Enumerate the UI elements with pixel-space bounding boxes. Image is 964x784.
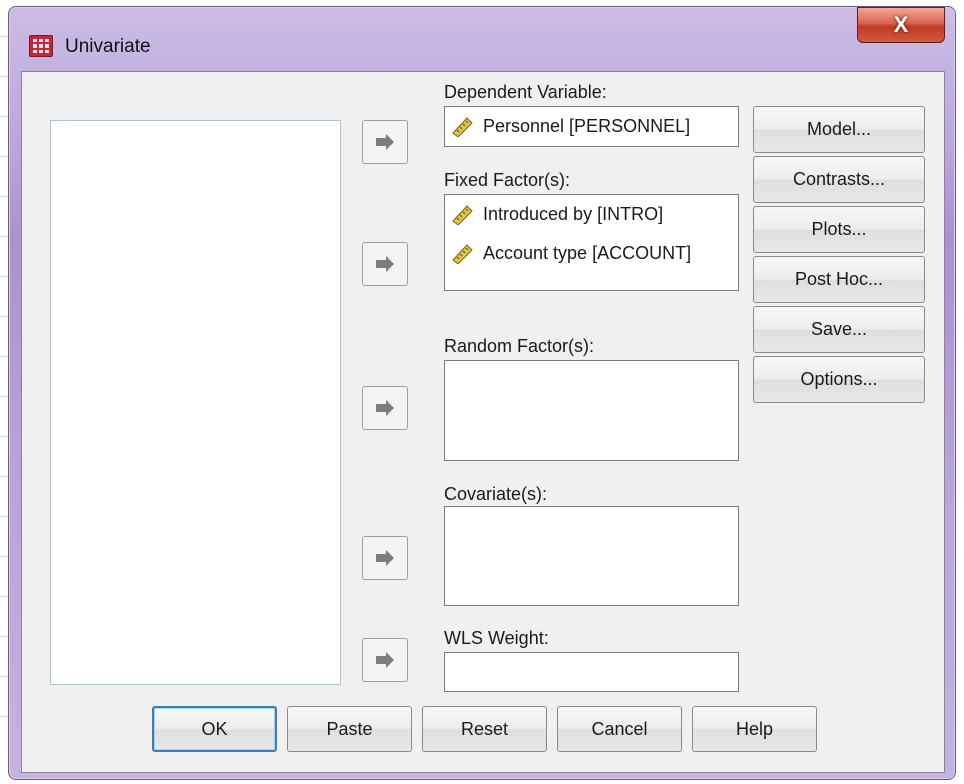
list-item-label: Introduced by [INTRO] [483,203,664,224]
close-button[interactable]: X [857,7,945,43]
move-right-arrow-icon [376,550,394,566]
fixed-factors-label: Fixed Factor(s): [444,170,571,190]
dependent-variable-box[interactable]: Personnel [PERSONNEL] [444,106,739,147]
cancel-button[interactable]: Cancel [557,706,682,752]
random-factors-box[interactable] [444,360,739,461]
fixed-factors-box[interactable]: Introduced by [INTRO] Account type [ACCO… [444,194,739,291]
source-variable-list[interactable] [50,120,341,685]
wls-weight-label: WLS Weight: [444,628,549,648]
window-title: Univariate [65,36,151,57]
title-bar[interactable]: Univariate X [9,7,955,65]
wls-weight-field[interactable] [444,652,739,692]
save-button[interactable]: Save... [753,306,925,353]
post-hoc-button[interactable]: Post Hoc... [753,256,925,303]
move-to-fixed-factors-button[interactable] [362,242,408,286]
covariates-label: Covariate(s): [444,484,548,504]
move-to-random-factors-button[interactable] [362,386,408,430]
contrasts-button[interactable]: Contrasts... [753,156,925,203]
dialog-client-area: Dependent Variable: Personnel [PERSONNEL… [21,71,945,773]
paste-button[interactable]: Paste [287,706,412,752]
dialog-window: Univariate X Dependent Variable: Personn… [8,6,956,780]
covariates-box[interactable] [444,506,739,606]
random-factors-label: Random Factor(s): [444,336,595,356]
scale-ruler-icon [452,244,473,264]
list-item-label: Account type [ACCOUNT] [483,242,692,263]
move-right-arrow-icon [376,256,394,272]
list-item[interactable]: Personnel [PERSONNEL] [451,115,690,137]
scale-ruler-icon [452,117,473,137]
move-right-arrow-icon [376,400,394,416]
move-to-wls-weight-button[interactable] [362,638,408,682]
list-item[interactable]: Introduced by [INTRO] [451,203,663,225]
ok-button[interactable]: OK [152,706,277,752]
move-right-arrow-icon [376,134,394,150]
list-item[interactable]: Account type [ACCOUNT] [451,242,691,264]
dependent-variable-label: Dependent Variable: [444,82,607,102]
scale-ruler-icon [452,205,473,225]
move-right-arrow-icon [376,652,394,668]
plots-button[interactable]: Plots... [753,206,925,253]
move-to-covariates-button[interactable] [362,536,408,580]
model-button[interactable]: Model... [753,106,925,153]
help-button[interactable]: Help [692,706,817,752]
reset-button[interactable]: Reset [422,706,547,752]
move-to-dependent-button[interactable] [362,120,408,164]
options-button[interactable]: Options... [753,356,925,403]
list-item-label: Personnel [PERSONNEL] [483,115,691,136]
table-grid-icon [29,35,53,57]
